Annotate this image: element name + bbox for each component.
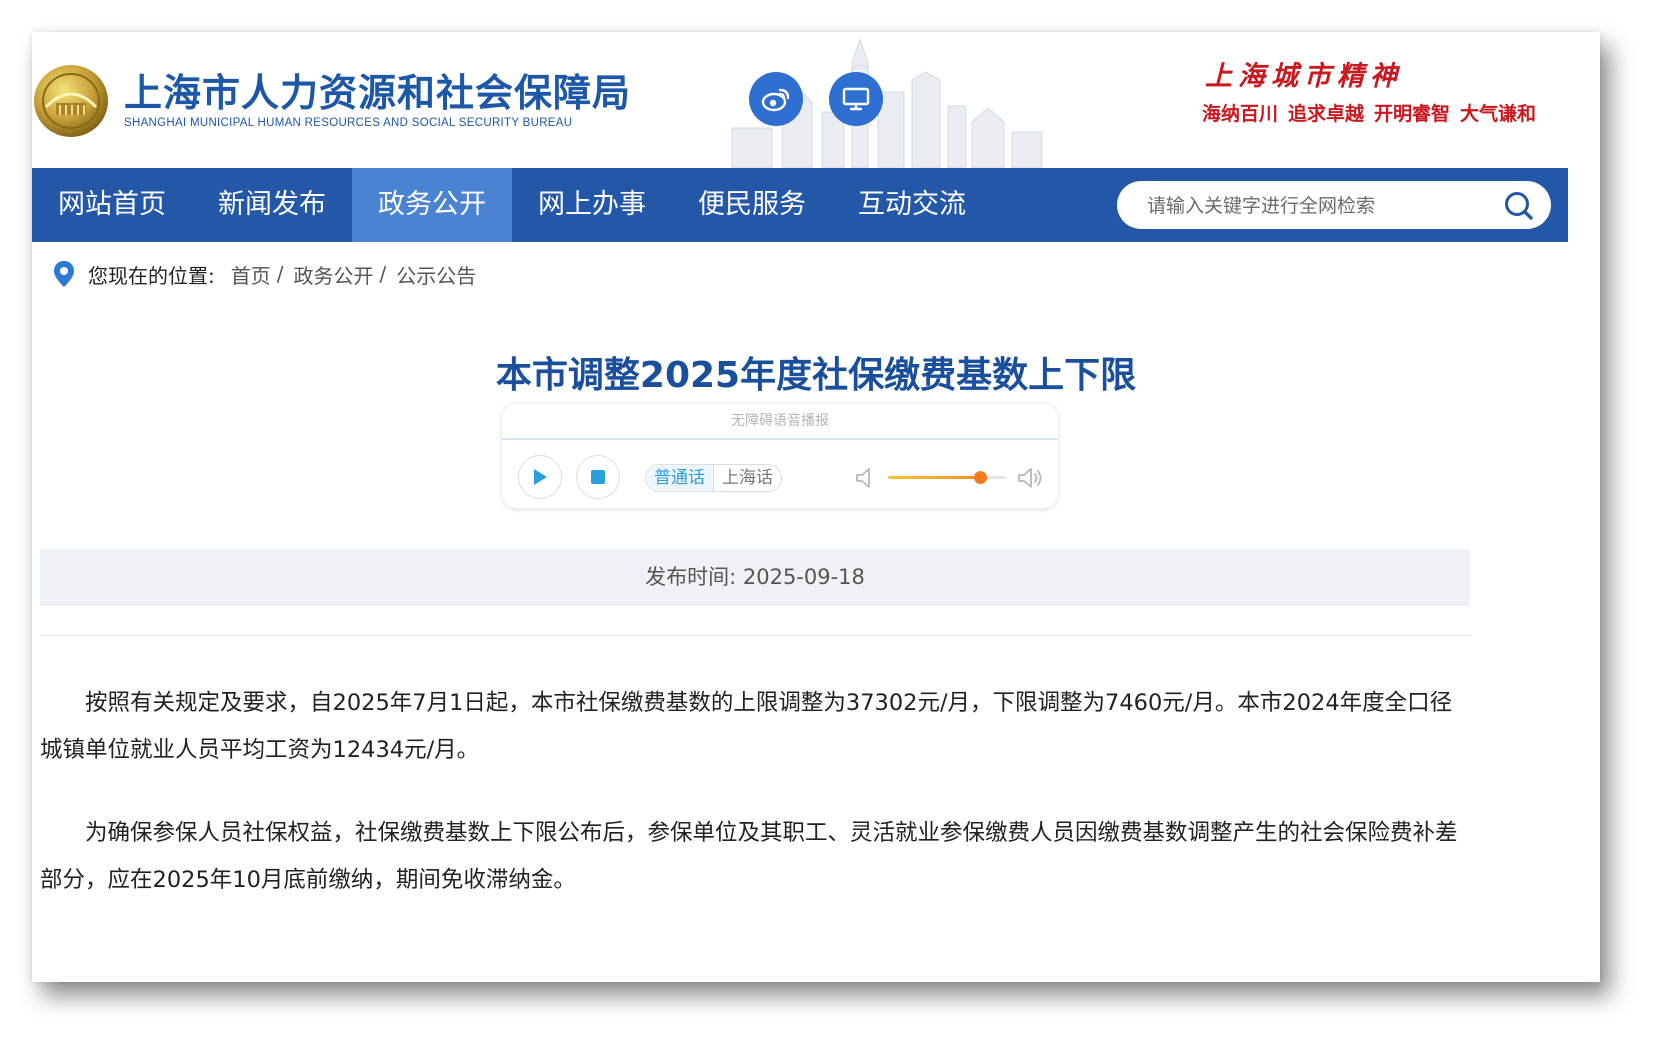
nav-item-home[interactable]: 网站首页 [32,168,192,242]
breadcrumb: 您现在的位置: 首页 / 政务公开 / 公示公告 [52,258,476,290]
publish-label: 发布时间: [645,565,737,589]
content-divider [40,635,1470,636]
main-navigation: 网站首页 新闻发布 政务公开 网上办事 便民服务 互动交流 [32,168,1568,242]
spirit-phrase: 海纳百川 [1202,103,1279,125]
play-icon [534,469,547,485]
weibo-icon [761,88,790,112]
mobile-version-button[interactable] [829,72,883,126]
breadcrumb-label: 您现在的位置: [88,263,215,288]
bureau-emblem-icon[interactable] [32,61,110,139]
article-title: 本市调整2025年度社保缴费基数上下限 [495,355,1137,396]
stop-icon [591,470,605,484]
weibo-button[interactable] [749,72,803,126]
breadcrumb-separator: / [379,262,387,286]
breadcrumb-separator: / [276,262,284,286]
site-header: 上海市人力资源和社会保障局 SHANGHAI MUNICIPAL HUMAN R… [32,32,1600,168]
city-spirit-title: 上海城市精神 [1205,61,1403,92]
breadcrumb-announcements[interactable]: 公示公告 [396,260,476,289]
location-pin-icon [54,261,74,287]
stop-button[interactable] [576,455,620,499]
site-search [1117,181,1551,231]
accessible-audio-player: 无障碍语音播报 普通话 上海话 [502,404,1058,508]
dialect-switch: 普通话 上海话 [645,464,782,492]
play-button[interactable] [518,455,562,499]
monitor-icon [842,87,870,111]
volume-low-icon[interactable] [854,466,876,490]
volume-high-icon[interactable] [1016,466,1044,490]
player-progress-line [502,438,1058,440]
article-paragraph: 按照有关规定及要求，自2025年7月1日起，本市社保缴费基数的上限调整为3730… [40,690,1453,763]
page: 上海市人力资源和社会保障局 SHANGHAI MUNICIPAL HUMAN R… [32,32,1600,982]
nav-item-online-services[interactable]: 网上办事 [512,168,672,242]
nav-item-news[interactable]: 新闻发布 [192,168,352,242]
volume-slider[interactable] [888,471,1006,484]
publish-info: 发布时间: 2025-09-18 [40,549,1470,606]
dialect-shanghainese[interactable]: 上海话 [713,465,781,491]
search-icon[interactable] [1503,190,1535,222]
spirit-phrase: 开明睿智 [1374,103,1451,125]
nav-item-interaction[interactable]: 互动交流 [832,168,992,242]
breadcrumb-government-affairs[interactable]: 政务公开 [294,260,374,289]
nav-item-government-affairs[interactable]: 政务公开 [352,168,512,242]
article-paragraph: 为确保参保人员社保权益，社保缴费基数上下限公布后，参保单位及其职工、灵活就业参保… [40,820,1458,893]
site-name[interactable]: 上海市人力资源和社会保障局 [124,62,631,117]
volume-slider-handle[interactable] [974,471,988,484]
nav-item-public-services[interactable]: 便民服务 [672,168,832,242]
breadcrumb-home[interactable]: 首页 [231,260,271,289]
site-name-english: SHANGHAI MUNICIPAL HUMAN RESOURCES AND S… [124,117,573,129]
dialect-mandarin[interactable]: 普通话 [646,465,713,491]
city-spirit-phrases: 海纳百川 追求卓越 开明睿智 大气谦和 [1202,99,1536,126]
spirit-phrase: 追求卓越 [1288,103,1365,125]
volume-slider-fill [888,476,981,479]
spirit-phrase: 大气谦和 [1460,103,1537,125]
player-header: 无障碍语音播报 [502,404,1058,439]
publish-date: 2025-09-18 [742,565,865,589]
search-input[interactable] [1145,181,1479,231]
